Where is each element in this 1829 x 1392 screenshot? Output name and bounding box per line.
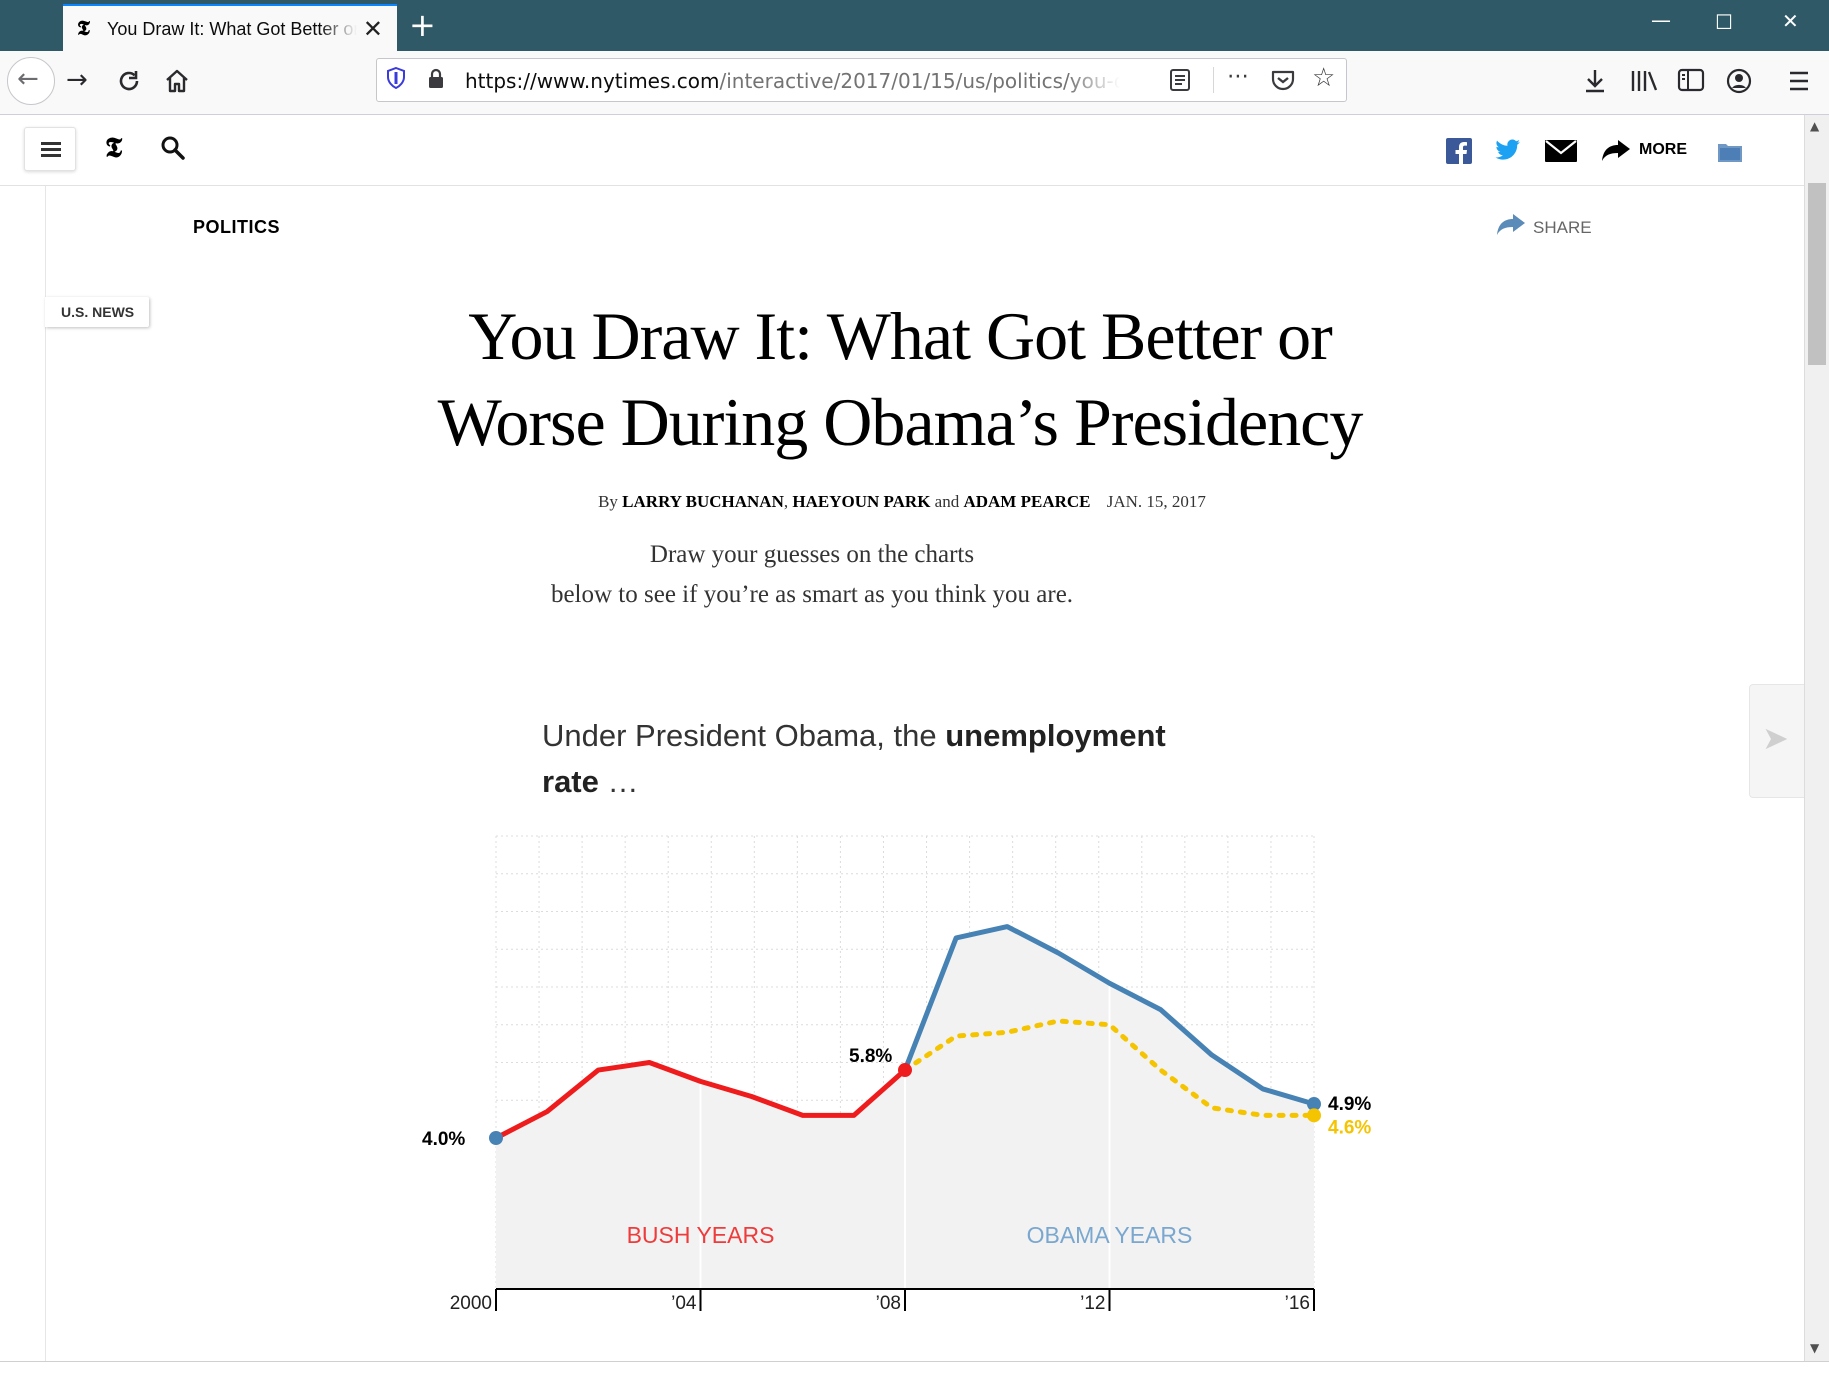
menu-icon[interactable]	[1788, 69, 1810, 93]
navigation-toolbar: ← → https://www.nytimes.com/interactive/…	[0, 51, 1829, 115]
x-axis-tick-label: ’08	[876, 1293, 901, 1314]
bush-years-label: BUSH YEARS	[627, 1222, 775, 1248]
window-bottom-edge	[0, 1361, 1829, 1392]
page-viewport: 𝕿 MORE POLITICS SHARE U.S. NEWS You Draw…	[0, 115, 1804, 1361]
reload-icon[interactable]	[116, 68, 142, 94]
x-axis-tick-label: ’16	[1285, 1293, 1310, 1314]
home-icon[interactable]	[163, 67, 191, 95]
maximize-window-icon[interactable]: ☐	[1715, 10, 1733, 34]
nyt-favicon-icon: 𝕿	[77, 16, 90, 40]
active-tab[interactable]: 𝕿 You Draw It: What Got Better or Worse …	[63, 4, 397, 51]
tracking-shield-icon[interactable]	[387, 67, 405, 89]
pocket-icon[interactable]	[1271, 69, 1295, 91]
vertical-scrollbar[interactable]: ▲ ▼	[1804, 115, 1829, 1361]
obama-years-label: OBAMA YEARS	[1027, 1222, 1193, 1248]
x-axis-tick-label: ’04	[671, 1293, 697, 1314]
back-icon: ←	[17, 64, 39, 94]
url-text[interactable]: https://www.nytimes.com/interactive/2017…	[465, 69, 1120, 93]
close-window-icon[interactable]: ✕	[1782, 9, 1799, 33]
minimize-window-icon[interactable]: —	[1651, 8, 1671, 32]
guess-start-value-label: 5.8%	[849, 1046, 892, 1067]
tab-title: You Draw It: What Got Better or Worse Du…	[107, 19, 357, 39]
actual-end-value-label: 4.9%	[1328, 1094, 1371, 1115]
guess-start-point	[898, 1063, 912, 1078]
page-actions-icon[interactable]: ⋯	[1227, 64, 1249, 89]
sidebar-icon[interactable]	[1677, 68, 1705, 92]
forward-icon[interactable]: →	[66, 65, 88, 95]
library-icon[interactable]	[1630, 69, 1658, 93]
scroll-up-icon[interactable]: ▲	[1810, 119, 1819, 133]
urlbar-separator	[1213, 67, 1214, 93]
lock-icon[interactable]	[427, 68, 445, 90]
back-button[interactable]: ←	[7, 57, 55, 105]
unemployment-chart[interactable]: 4.0% 5.8% 4.9%4.6% BUSH YEARS OBAMA YEARS 200…	[0, 115, 1804, 1361]
scroll-down-icon[interactable]: ▼	[1810, 1341, 1819, 1355]
close-tab-icon[interactable]: ✕	[363, 15, 383, 43]
x-axis-tick-label: 2000	[450, 1293, 492, 1314]
scroll-thumb[interactable]	[1808, 183, 1826, 365]
new-tab-button[interactable]: +	[409, 6, 436, 44]
guess-end-value-label: 4.6%	[1328, 1117, 1371, 1138]
start-value-label: 4.0%	[422, 1129, 465, 1150]
downloads-icon[interactable]	[1583, 68, 1607, 94]
bookmark-star-icon[interactable]: ☆	[1312, 63, 1335, 93]
tab-strip: 𝕿 You Draw It: What Got Better or Worse …	[0, 0, 1829, 51]
reader-view-icon[interactable]	[1169, 68, 1191, 92]
guess-end-point	[1307, 1108, 1321, 1123]
start-point	[489, 1131, 503, 1145]
account-icon[interactable]	[1726, 68, 1752, 94]
address-bar[interactable]: https://www.nytimes.com/interactive/2017…	[376, 58, 1347, 102]
x-axis-tick-label: ’12	[1080, 1293, 1105, 1314]
